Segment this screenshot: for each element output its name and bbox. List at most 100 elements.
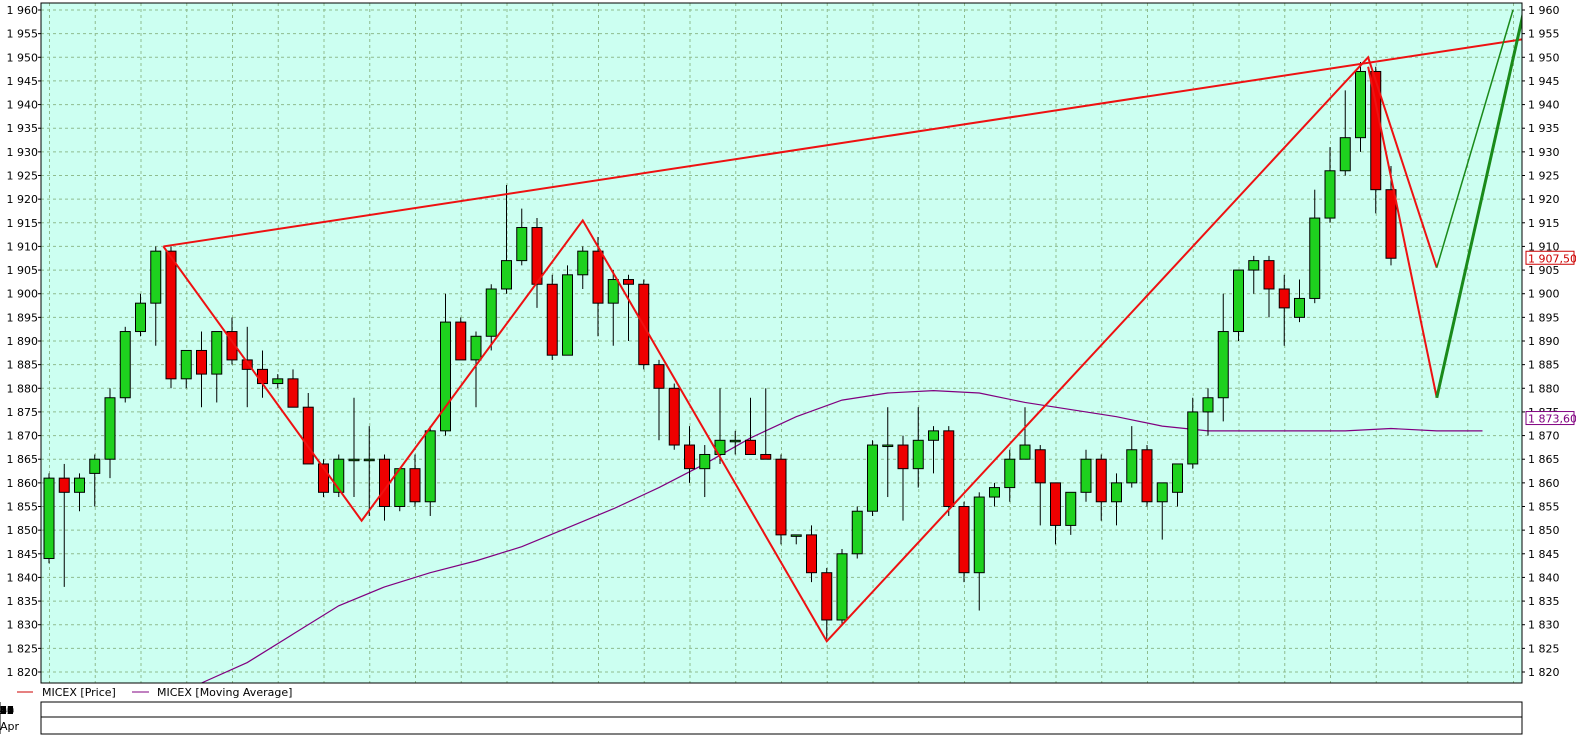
candle [668,383,680,450]
candle [546,274,558,360]
y-tick-label-left: 1 855 [7,501,39,514]
y-tick-label-left: 1 870 [7,430,39,443]
y-axis-left: 1 820 1 825 1 830 1 835 1 840 1 845 1 850 1 855… [7,4,41,679]
candle-body-up [135,302,146,333]
candle-body-down [455,321,467,361]
y-tick-label-left: 1 950 [7,51,39,64]
candle-body-down [897,444,909,470]
candle-body-up [1339,137,1351,172]
y-tick-label-right: 1 960 [1528,4,1560,17]
candle-body-down [1095,458,1107,503]
ma-last-value-label: 1 873,60 [1528,413,1576,426]
y-tick-label-left: 1 860 [7,477,39,490]
candle-body-up [989,487,1000,498]
y-tick-label-right: 1 935 [1528,122,1560,135]
candle-body-down [806,534,817,574]
candle-body-up [440,321,451,432]
y-tick-label-left: 1 945 [7,75,39,88]
y-tick-label-left: 1 825 [7,642,39,655]
y-tick-label-left: 1 955 [7,28,39,41]
candle-body-up [104,397,116,460]
candle-body-up [43,477,55,560]
candle [455,317,467,361]
candle-body-up [1080,458,1092,493]
candle-body-up [1233,269,1244,333]
candle-body-down [58,477,70,493]
candle [1233,269,1244,341]
candle-body-up [1248,260,1260,271]
candle-body-up [89,458,101,474]
y-tick-label-right: 1 920 [1528,193,1560,206]
candle-body-up [851,510,863,555]
candle-body-up [211,331,223,375]
y-tick-label-right: 1 860 [1528,477,1560,490]
candle-body-down [165,250,177,380]
y-tick-label-left: 1 885 [7,359,39,372]
candle [1141,445,1153,507]
candle [165,246,177,389]
y-tick-label-right: 1 825 [1528,642,1560,655]
candle-body-up [272,378,284,385]
candle-body-up [424,430,436,503]
y-tick-label-left: 1 930 [7,146,39,159]
y-tick-label-right: 1 820 [1528,666,1560,679]
y-axis-right: 1 820 1 825 1 830 1 835 1 840 1 845 1 850 1 855… [1522,4,1560,679]
month-label: Apr [0,720,20,733]
y-tick-label-right: 1 900 [1528,288,1560,301]
candle [43,473,55,564]
y-tick-label-right: 1 870 [1528,430,1560,443]
x-tick-label: 14 [0,704,14,717]
x-axis: 4791011141516171821222324252829303114567… [0,701,1523,735]
candle-body-down [623,279,634,285]
y-tick-label-right: 1 895 [1528,311,1560,324]
candle-body-down [409,468,421,503]
candle-body-down [379,458,390,508]
x-axis-strip [40,701,1523,735]
y-tick-label-right: 1 955 [1528,28,1560,41]
y-tick-label-right: 1 930 [1528,146,1560,159]
candle-body-up [1309,217,1321,299]
y-tick-label-right: 1 890 [1528,335,1560,348]
candle-body-up [150,250,162,304]
y-tick-label-left: 1 875 [7,406,39,419]
y-tick-label-left: 1 935 [7,122,39,135]
y-tick-label-right: 1 865 [1528,453,1560,466]
y-tick-label-right: 1 925 [1528,170,1560,183]
candle-body-up [501,260,512,290]
candle-body-up [1156,482,1168,503]
candle-body-up [1202,397,1214,413]
candle-body-up [363,458,375,462]
candle-body-down [668,387,680,446]
y-tick-label-left: 1 845 [7,548,39,561]
legend-ma-label: MICEX [Moving Average] [157,686,292,699]
candle-body-up [348,458,360,462]
candle-body-up [1355,70,1366,139]
candle-body-up [470,335,482,361]
candle-body-up [790,534,802,537]
candle-body-down [684,444,695,470]
candlestick-chart: 1 820 1 825 1 830 1 835 1 840 1 845 1 850 1 855… [0,2,1576,735]
candle [867,440,878,516]
candle-body-up [729,439,741,443]
candle-body-up [607,279,619,304]
candle-body-down [943,430,955,508]
candle-body-down [531,227,543,285]
y-tick-label-right: 1 940 [1528,99,1560,112]
candle-body-down [1050,482,1061,526]
y-tick-label-left: 1 850 [7,524,39,537]
candle [775,454,787,545]
y-tick-label-left: 1 890 [7,335,39,348]
y-tick-label-right: 1 880 [1528,382,1560,395]
candle-body-up [912,439,924,470]
candle-body-up [1172,463,1183,493]
y-tick-label-right: 1 915 [1528,217,1560,230]
candle-body-down [287,378,299,408]
candle [562,265,573,356]
candle-body-up [699,453,711,470]
candle-body-up [485,288,497,337]
candle-body-up [1187,411,1199,465]
candle-body-up [836,553,848,621]
y-tick-label-left: 1 960 [7,4,39,17]
candle-body-up [1065,491,1077,526]
y-tick-label-right: 1 835 [1528,595,1560,608]
